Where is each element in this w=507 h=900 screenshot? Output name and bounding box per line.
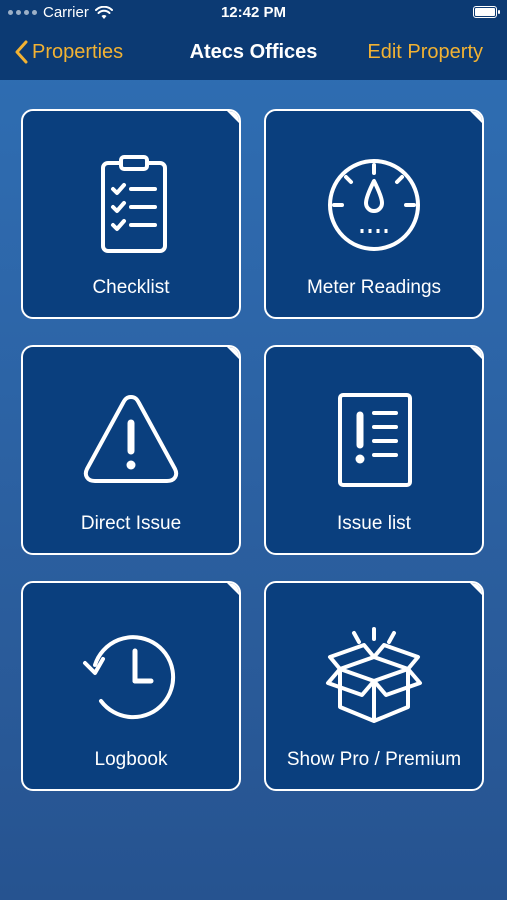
issue-list-tile[interactable]: Issue list bbox=[264, 345, 484, 555]
clipboard-checklist-icon bbox=[101, 155, 167, 253]
open-box-icon bbox=[326, 627, 422, 723]
tile-label-meter-readings: Meter Readings bbox=[306, 277, 442, 298]
warning-triangle-icon bbox=[83, 395, 179, 483]
show-pro-premium-tile[interactable]: Show Pro / Premium bbox=[264, 581, 484, 791]
checklist-tile[interactable]: Checklist bbox=[21, 109, 241, 319]
tile-label-direct-issue: Direct Issue bbox=[80, 513, 182, 534]
gauge-icon bbox=[328, 159, 420, 251]
tile-label-logbook: Logbook bbox=[94, 749, 168, 770]
logbook-tile[interactable]: Logbook bbox=[21, 581, 241, 791]
menu-grid: Checklist Meter Readings Direct Issue Is… bbox=[0, 0, 507, 900]
history-clock-icon bbox=[83, 635, 176, 720]
tile-label-checklist: Checklist bbox=[92, 277, 170, 298]
direct-issue-tile[interactable]: Direct Issue bbox=[21, 345, 241, 555]
tile-label-issue-list: Issue list bbox=[337, 513, 411, 534]
tile-label-show-pro-premium: Show Pro / Premium bbox=[286, 749, 462, 770]
issue-list-icon bbox=[338, 393, 412, 487]
meter-readings-tile[interactable]: Meter Readings bbox=[264, 109, 484, 319]
